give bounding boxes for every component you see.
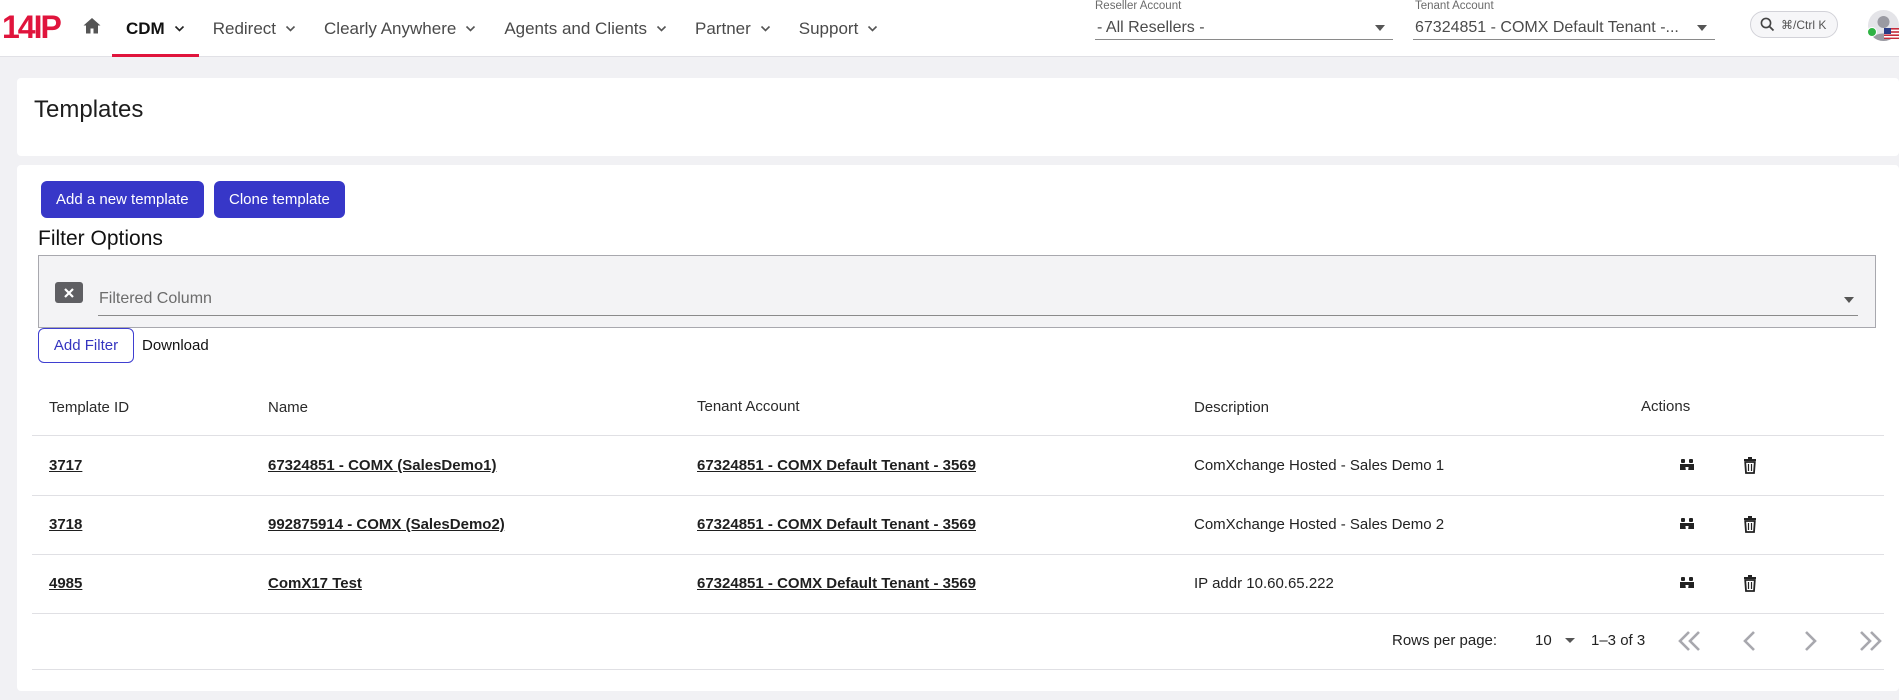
template-name-link[interactable]: 67324851 - COMX (SalesDemo1) — [268, 457, 496, 474]
search-shortcut: ⌘/Ctrl K — [1781, 17, 1827, 32]
filter-options-heading: Filter Options — [38, 227, 163, 250]
template-id-link[interactable]: 4985 — [49, 575, 82, 592]
column-header-name[interactable]: Name — [268, 399, 308, 416]
reseller-account-select[interactable]: - All Resellers - — [1095, 16, 1393, 40]
svg-text:14IP: 14IP — [2, 9, 61, 44]
reseller-account-value: - All Resellers - — [1097, 18, 1205, 36]
search-icon — [1760, 17, 1775, 32]
trash-icon[interactable] — [1742, 574, 1758, 592]
template-id-link[interactable]: 3718 — [49, 516, 82, 533]
template-description: IP addr 10.60.65.222 — [1194, 575, 1334, 592]
caret-down-icon — [1565, 638, 1575, 643]
trash-icon[interactable] — [1742, 456, 1758, 474]
home-icon[interactable] — [82, 16, 102, 36]
chevron-down-icon — [656, 25, 667, 32]
add-template-button[interactable]: Add a new template — [41, 181, 204, 218]
nav-label: Partner — [695, 18, 751, 38]
table-row: 3718 992875914 - COMX (SalesDemo2) 67324… — [32, 496, 1884, 555]
tenant-account-value: 67324851 - COMX Default Tenant -... — [1415, 18, 1679, 36]
nav-label: Support — [798, 18, 859, 38]
filtered-column-placeholder: Filtered Column — [99, 290, 212, 307]
nav-item-clearly-anywhere[interactable]: Clearly Anywhere — [310, 0, 490, 57]
binoculars-icon[interactable] — [1679, 574, 1695, 592]
column-header-description[interactable]: Description — [1194, 399, 1269, 416]
online-status-dot — [1867, 27, 1877, 37]
rows-per-page-label: Rows per page: — [1392, 632, 1498, 649]
chevron-down-icon — [466, 25, 476, 32]
template-name-link[interactable]: ComX17 Test — [268, 575, 362, 592]
nav-label: CDM — [126, 18, 165, 38]
chevron-down-icon — [174, 25, 184, 32]
caret-down-icon — [1375, 25, 1385, 31]
clone-template-button[interactable]: Clone template — [214, 181, 345, 218]
column-header-tenant-account[interactable]: Tenant Account — [697, 398, 800, 415]
chevron-down-icon — [868, 25, 878, 32]
template-description: ComXchange Hosted - Sales Demo 1 — [1194, 457, 1445, 474]
caret-down-icon — [1844, 297, 1854, 303]
pagination-range: 1–3 of 3 — [1591, 632, 1646, 649]
previous-page-icon[interactable] — [1734, 627, 1766, 655]
table-header: Template ID Name Tenant Account Descript… — [32, 381, 1884, 436]
filtered-column-select[interactable]: Filtered Column — [98, 282, 1858, 316]
page-header-card: Templates — [17, 78, 1899, 156]
next-page-icon[interactable] — [1794, 627, 1826, 655]
chevron-down-icon — [760, 25, 770, 32]
nav-label: Clearly Anywhere — [324, 18, 457, 38]
templates-panel: Add a new template Clone template Filter… — [17, 165, 1899, 691]
nav-item-redirect[interactable]: Redirect — [199, 0, 310, 57]
nav-label: Redirect — [212, 18, 277, 38]
tenant-account-link[interactable]: 67324851 - COMX Default Tenant - 3569 — [697, 575, 976, 592]
reseller-account-label: Reseller Account — [1095, 0, 1182, 12]
nav-item-support[interactable]: Support — [785, 0, 893, 57]
rows-per-page-value: 10 — [1535, 632, 1552, 649]
download-button[interactable]: Download — [142, 337, 209, 354]
trash-icon[interactable] — [1742, 515, 1758, 533]
filter-row: Filtered Column — [38, 255, 1876, 328]
nav-item-cdm[interactable]: CDM — [112, 0, 199, 57]
search-button[interactable]: ⌘/Ctrl K — [1750, 11, 1838, 38]
top-navigation-bar: 14IP CDM Redirect Clearly Anywhere Agent… — [0, 0, 1899, 57]
binoculars-icon[interactable] — [1679, 515, 1695, 533]
add-filter-button[interactable]: Add Filter — [38, 328, 134, 363]
rows-per-page-select[interactable]: 10 — [1535, 632, 1575, 649]
nav-item-partner[interactable]: Partner — [681, 0, 785, 57]
nav-item-agents-and-clients[interactable]: Agents and Clients — [490, 0, 681, 57]
binoculars-icon[interactable] — [1679, 456, 1695, 474]
table-row: 3717 67324851 - COMX (SalesDemo1) 673248… — [32, 437, 1884, 496]
tenant-account-link[interactable]: 67324851 - COMX Default Tenant - 3569 — [697, 457, 976, 474]
us-flag-icon[interactable] — [1884, 28, 1899, 39]
first-page-icon[interactable] — [1674, 627, 1706, 655]
tenant-account-select[interactable]: 67324851 - COMX Default Tenant -... — [1413, 16, 1715, 40]
close-icon — [64, 287, 74, 298]
template-id-link[interactable]: 3717 — [49, 457, 82, 474]
chevron-down-icon — [285, 25, 296, 32]
tenant-account-label: Tenant Account — [1415, 0, 1494, 12]
template-name-link[interactable]: 992875914 - COMX (SalesDemo2) — [268, 516, 505, 533]
column-header-template-id[interactable]: Template ID — [49, 399, 129, 416]
nav-label: Agents and Clients — [504, 18, 648, 38]
tenant-account-link[interactable]: 67324851 - COMX Default Tenant - 3569 — [697, 516, 976, 533]
last-page-icon[interactable] — [1854, 627, 1886, 655]
caret-down-icon — [1697, 25, 1707, 31]
table-row: 4985 ComX17 Test 67324851 - COMX Default… — [32, 555, 1884, 614]
page-title: Templates — [34, 96, 144, 123]
template-description: ComXchange Hosted - Sales Demo 2 — [1194, 516, 1445, 533]
column-header-actions: Actions — [1641, 398, 1691, 415]
main-nav: CDM Redirect Clearly Anywhere Agents and… — [112, 0, 892, 57]
remove-filter-button[interactable] — [55, 282, 83, 303]
company-logo[interactable]: 14IP — [2, 8, 68, 44]
table-pagination: Rows per page: 10 1–3 of 3 — [32, 612, 1884, 670]
